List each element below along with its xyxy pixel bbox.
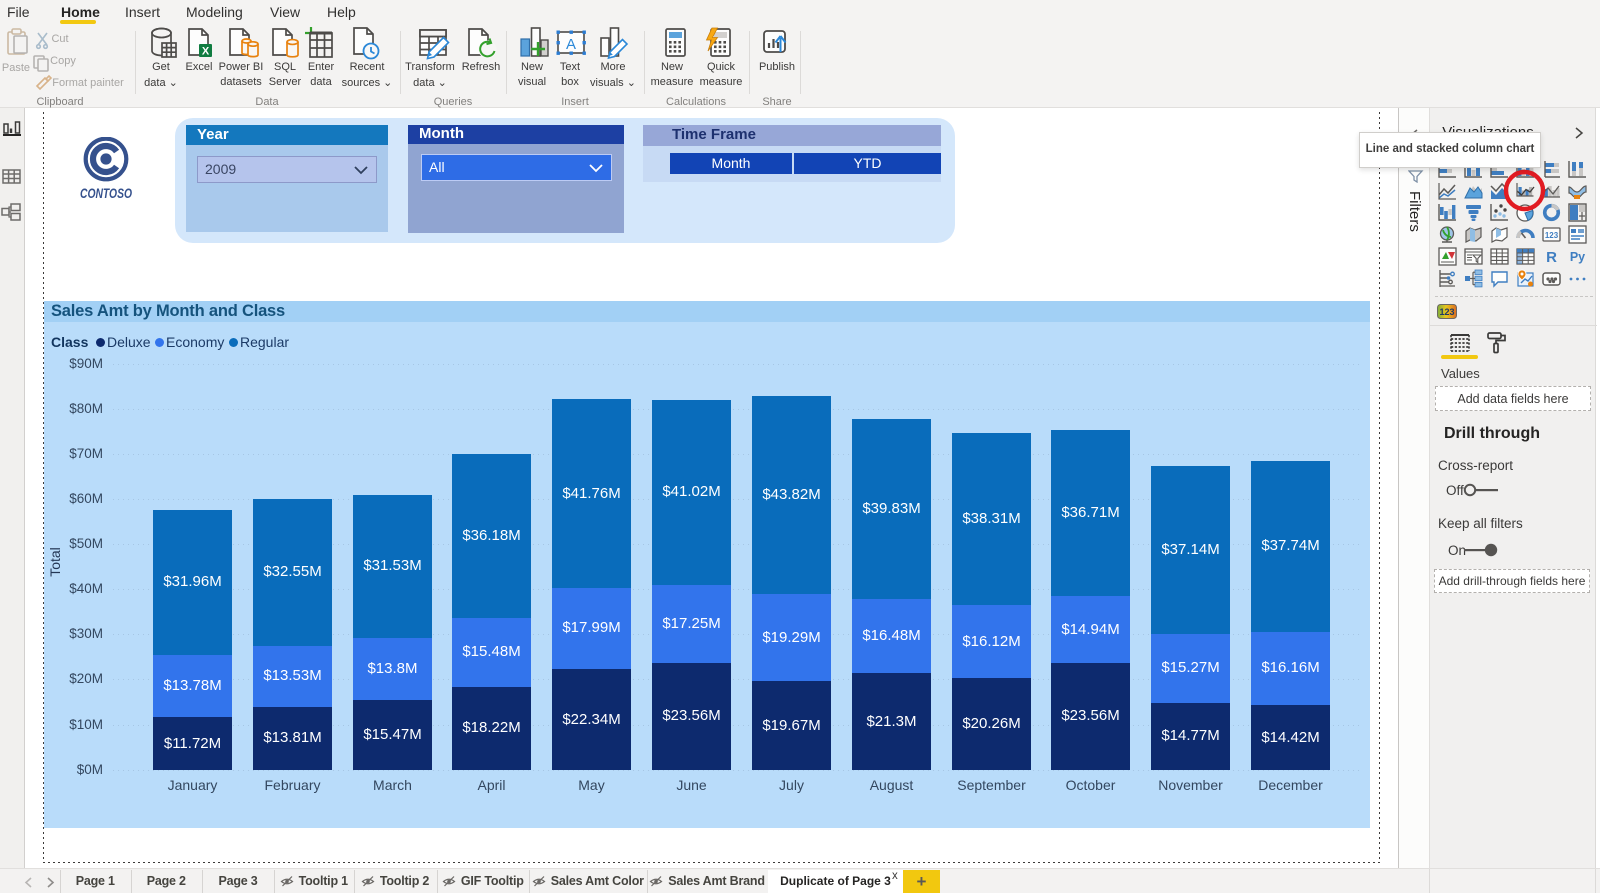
svg-text:123: 123	[1545, 231, 1559, 240]
svg-text:R: R	[1546, 249, 1557, 266]
svg-text:X: X	[202, 46, 210, 58]
svg-text:Py: Py	[1570, 250, 1585, 264]
svg-text:CONTOSO: CONTOSO	[80, 185, 132, 201]
svg-text:123: 123	[1439, 307, 1454, 317]
svg-text:A: A	[566, 36, 576, 53]
